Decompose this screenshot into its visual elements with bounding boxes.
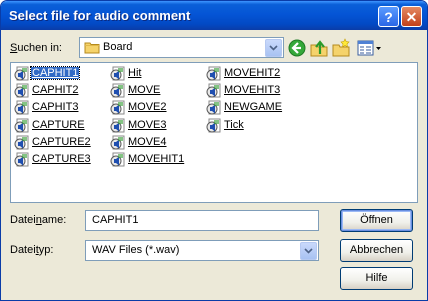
filetype-label-c: yp: (38, 244, 54, 256)
lookin-label-text: uchen in: (17, 42, 62, 54)
filetype-value: WAV Files (*.wav) (92, 244, 180, 256)
filename-field[interactable]: CAPHIT1 (85, 210, 319, 231)
new-folder-icon[interactable] (331, 38, 351, 58)
file-name: CAPTURE2 (32, 135, 91, 148)
wav-file-icon (14, 118, 30, 134)
filetype-combo[interactable]: WAV Files (*.wav) (85, 240, 319, 261)
help-button-label: Hilfe (365, 272, 388, 284)
cancel-button[interactable]: Abbrechen (340, 239, 413, 262)
file-name: MOVEHIT2 (224, 67, 281, 79)
wav-file-icon (110, 118, 126, 134)
filename-label: Dateiname: (10, 214, 66, 226)
file-name: CAPTURE (32, 118, 85, 131)
wav-file-icon (206, 118, 222, 134)
filetype-label: Dateityp: (10, 244, 53, 256)
lookin-combo[interactable]: Board (79, 37, 284, 58)
file-name: NEWGAME (224, 101, 283, 114)
wav-file-icon (110, 152, 126, 168)
title-bar[interactable]: Select file for audio comment ? ✕ (1, 1, 427, 30)
file-name: MOVEHIT3 (224, 84, 281, 97)
file-name: MOVEHIT1 (128, 153, 185, 165)
open-button-label: Öffnen (360, 214, 393, 226)
file-name: MOVE (128, 84, 161, 97)
file-name: CAPHIT1 (29, 66, 81, 80)
cancel-button-label: Abbrechen (349, 244, 404, 256)
lookin-value: Board (103, 41, 133, 53)
filename-label-c: ame: (41, 214, 67, 226)
file-name: Hit (128, 67, 142, 79)
file-name: CAPHIT2 (32, 84, 79, 97)
file-list[interactable]: CAPHIT1 CAPHIT2 CAPHIT3 CAPTURE CAPTURE2 CAPT… (10, 62, 418, 203)
help-button[interactable]: Hilfe (340, 267, 413, 290)
file-name: MOVE4 (128, 135, 167, 148)
folder-icon (84, 42, 100, 54)
filetype-dropdown-button[interactable] (300, 242, 317, 260)
filename-label-a: Datei (10, 214, 36, 226)
file-name: CAPTURE3 (32, 153, 91, 165)
close-button[interactable]: ✕ (401, 6, 422, 27)
file-name: MOVE2 (128, 101, 167, 114)
chevron-down-icon (269, 45, 278, 51)
window-title: Select file for audio comment (9, 8, 191, 23)
wav-file-icon (14, 135, 30, 151)
dialog-window: Select file for audio comment ? ✕ Suchen… (0, 0, 428, 301)
wav-file-icon (110, 100, 126, 116)
open-button[interactable]: Öffnen (340, 209, 413, 232)
help-title-button[interactable]: ? (378, 6, 399, 27)
wav-file-icon (206, 66, 222, 82)
wav-file-icon (14, 100, 30, 116)
file-name: CAPHIT3 (32, 101, 79, 114)
wav-file-icon (14, 152, 30, 168)
lookin-dropdown-button[interactable] (265, 39, 282, 57)
lookin-label: Suchen in: (10, 42, 62, 54)
wav-file-icon (14, 66, 30, 82)
view-menu-icon[interactable] (356, 38, 382, 58)
up-folder-icon[interactable] (309, 38, 329, 58)
file-name: MOVE3 (128, 118, 167, 131)
file-name: Tick (224, 118, 244, 131)
filetype-label-a: Datei (10, 244, 36, 256)
wav-file-icon (110, 83, 126, 99)
wav-file-icon (110, 135, 126, 151)
back-icon[interactable] (287, 38, 307, 58)
filename-value: CAPHIT1 (92, 214, 139, 226)
wav-file-icon (206, 100, 222, 116)
wav-file-icon (206, 83, 222, 99)
chevron-down-icon (304, 248, 313, 254)
wav-file-icon (110, 66, 126, 82)
wav-file-icon (14, 83, 30, 99)
